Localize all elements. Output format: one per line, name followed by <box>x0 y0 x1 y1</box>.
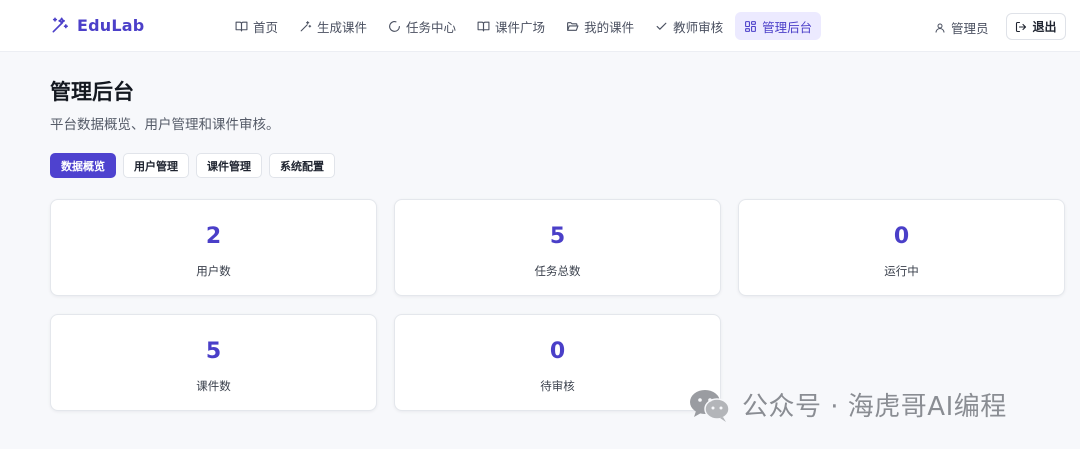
nav-item-tasks[interactable]: 任务中心 <box>379 12 465 40</box>
nav-item-my-courseware[interactable]: 我的课件 <box>557 12 643 40</box>
magic-wand-icon <box>300 20 312 31</box>
main-menu: 首页 生成课件 任务中心 课件广场 我的课件 教师审核 管理后台 <box>226 12 822 40</box>
stat-card-tasks: 5 任务总数 <box>394 199 721 296</box>
nav-item-admin[interactable]: 管理后台 <box>735 12 822 40</box>
folder-open-icon <box>567 21 579 31</box>
nav-item-label: 生成课件 <box>317 19 368 35</box>
page-title: 管理后台 <box>50 80 134 104</box>
stat-card-running: 0 运行中 <box>738 199 1065 296</box>
tab-courseware[interactable]: 课件管理 <box>196 153 262 178</box>
check-icon <box>656 22 667 30</box>
stat-label: 运行中 <box>884 264 919 278</box>
book-open-icon <box>477 21 490 31</box>
stat-value: 5 <box>549 224 566 249</box>
book-open-icon <box>235 21 248 31</box>
nav-item-label: 任务中心 <box>406 19 457 35</box>
user-name: 管理员 <box>951 21 989 36</box>
nav-item-plaza[interactable]: 课件广场 <box>468 12 554 40</box>
nav-item-home[interactable]: 首页 <box>226 12 287 40</box>
stat-label: 任务总数 <box>534 264 581 278</box>
logout-icon <box>1016 21 1027 32</box>
nav-item-label: 课件广场 <box>495 19 546 35</box>
stat-card-users: 2 用户数 <box>50 199 377 296</box>
stat-value: 2 <box>205 224 222 249</box>
stat-value: 0 <box>549 339 566 364</box>
stat-label: 待审核 <box>540 379 575 393</box>
tab-settings[interactable]: 系统配置 <box>269 153 335 178</box>
magic-wand-icon <box>52 17 68 33</box>
nav-item-label: 我的课件 <box>584 19 635 35</box>
tab-overview[interactable]: 数据概览 <box>50 153 116 178</box>
brand-logo[interactable]: EduLab <box>50 15 144 35</box>
stat-value: 5 <box>205 339 222 364</box>
nav-item-generate[interactable]: 生成课件 <box>290 12 376 40</box>
admin-tabs: 数据概览 用户管理 课件管理 系统配置 <box>50 153 335 178</box>
tab-users[interactable]: 用户管理 <box>123 153 189 178</box>
logout-label: 退出 <box>1032 20 1057 34</box>
loader-circle-icon <box>389 20 400 32</box>
top-navbar: EduLab 首页 生成课件 任务中心 课件广场 我的课件 教师审核 管理后台 … <box>0 0 1080 52</box>
wechat-icon <box>690 389 730 422</box>
brand-name: EduLab <box>77 15 145 35</box>
stat-card-pending-review: 0 待审核 <box>394 314 721 411</box>
current-user[interactable]: 管理员 <box>934 18 989 37</box>
stat-label: 用户数 <box>196 264 231 278</box>
user-icon <box>935 23 945 33</box>
page-subtitle: 平台数据概览、用户管理和课件审核。 <box>50 117 280 133</box>
watermark: 公众号 · 海虎哥AI编程 <box>688 386 1007 423</box>
grid-icon <box>745 20 757 32</box>
nav-item-review[interactable]: 教师审核 <box>646 12 732 40</box>
stat-value: 0 <box>893 224 910 249</box>
nav-item-label: 首页 <box>253 19 279 35</box>
nav-item-label: 教师审核 <box>673 19 724 35</box>
watermark-text: 公众号 · 海虎哥AI编程 <box>742 392 1007 422</box>
stat-card-courseware: 5 课件数 <box>50 314 377 411</box>
nav-item-label: 管理后台 <box>762 19 813 35</box>
logout-button[interactable]: 退出 <box>1006 13 1066 40</box>
stat-label: 课件数 <box>196 379 231 393</box>
